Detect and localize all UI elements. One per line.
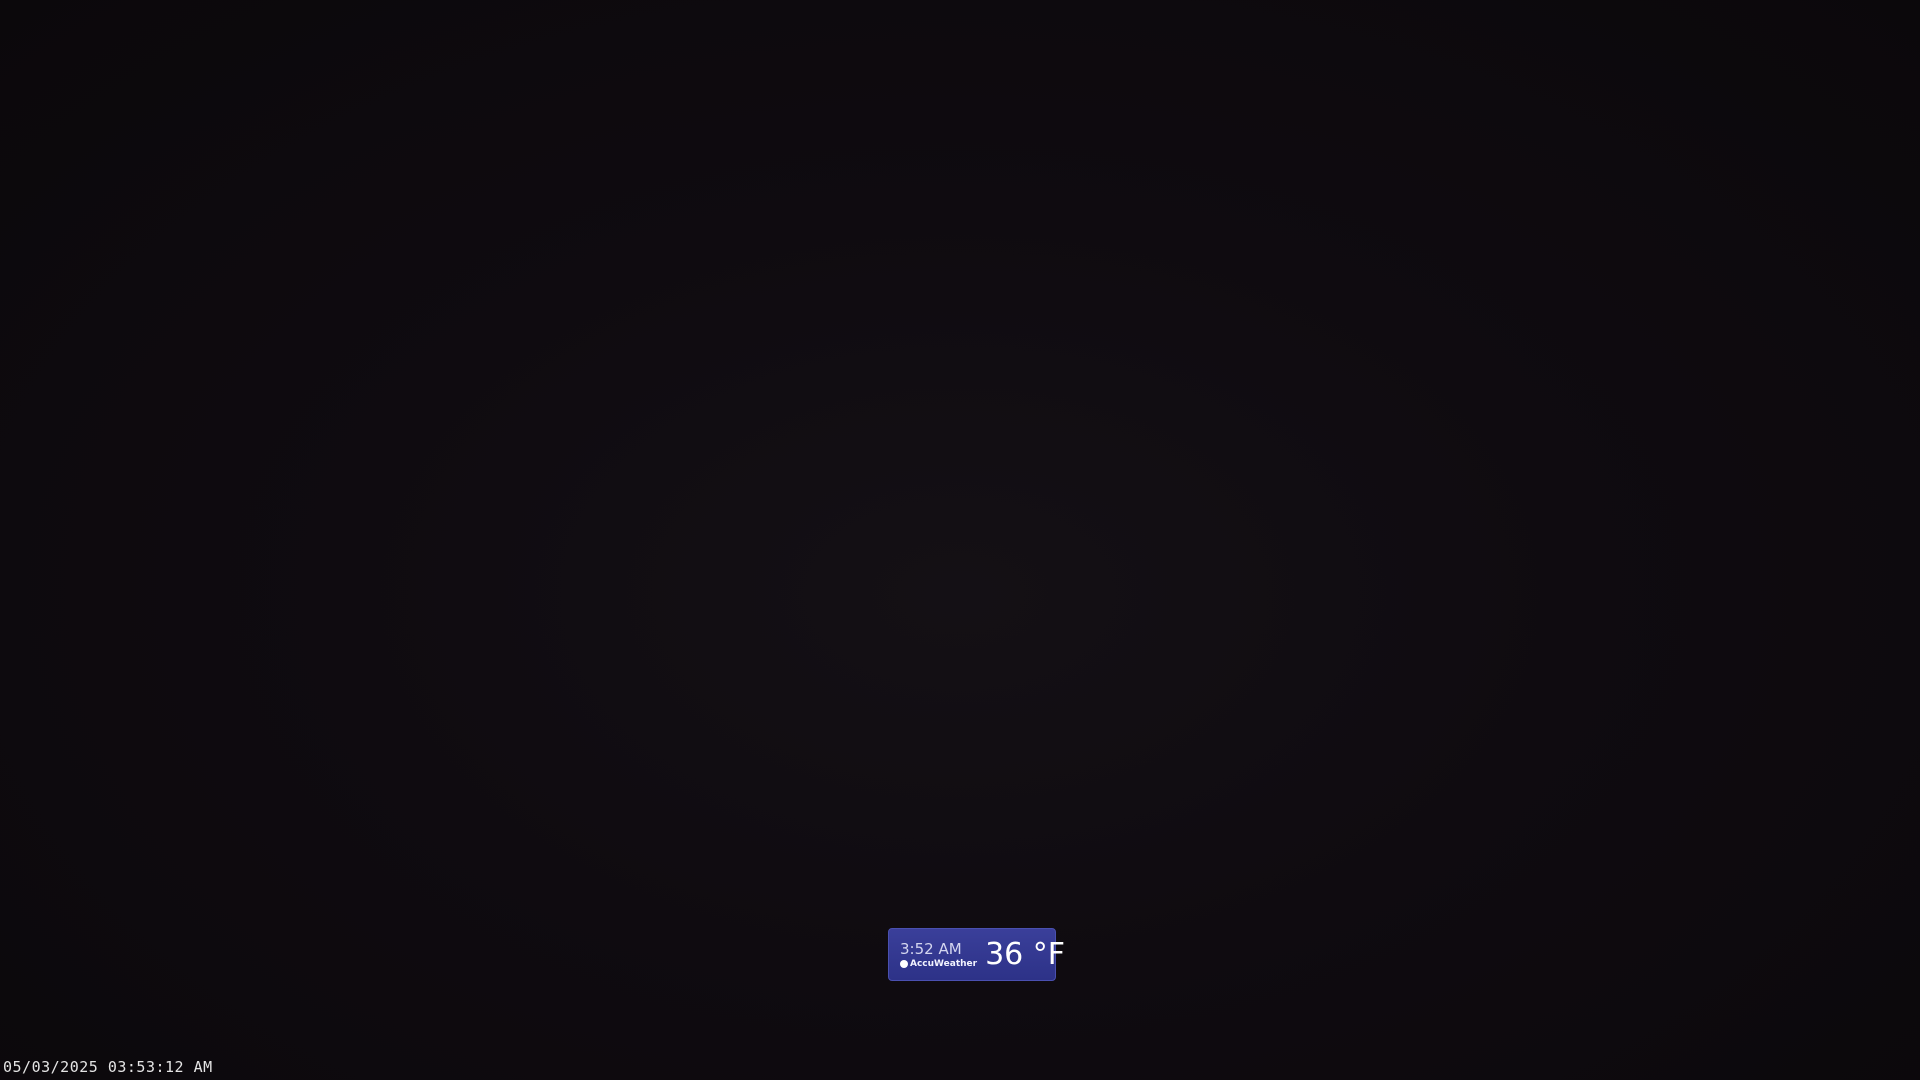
weather-brand: AccuWeather [900, 959, 977, 969]
camera-timestamp: 05/03/2025 03:53:12 AM [3, 1058, 213, 1076]
weather-time: 3:52 AM [900, 939, 962, 958]
weather-brand-label: AccuWeather [910, 958, 978, 969]
camera-feed [0, 0, 1920, 1080]
weather-widget-info: 3:52 AM AccuWeather [900, 941, 977, 969]
weather-widget[interactable]: 3:52 AM AccuWeather 36 °F [888, 928, 1065, 981]
accuweather-sun-icon [900, 959, 908, 968]
weather-temperature: 36 °F [985, 936, 1066, 972]
